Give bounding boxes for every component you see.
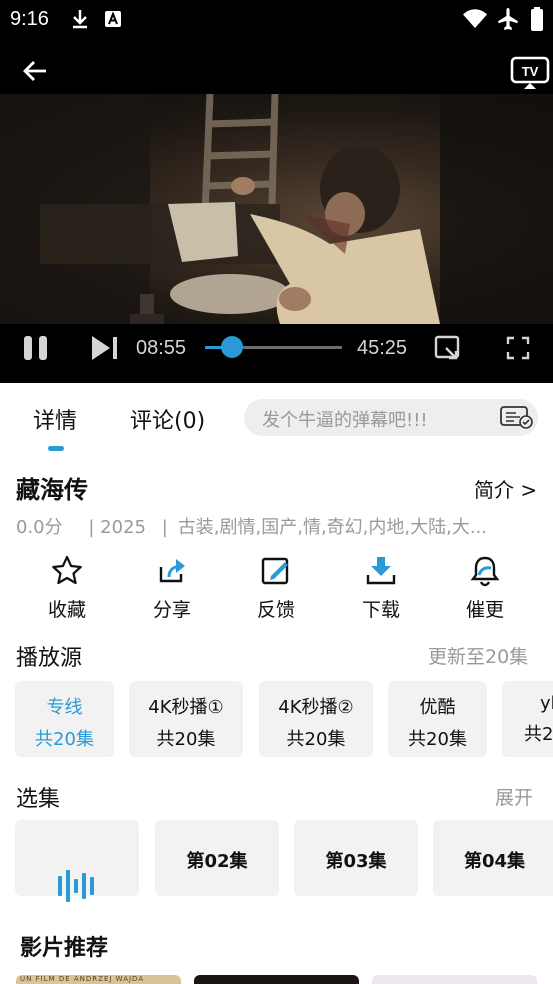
status-bar: 9:16: [0, 0, 553, 40]
recommend-title: 影片推荐: [20, 936, 109, 961]
danmu-settings-icon[interactable]: [499, 405, 533, 434]
show-score: 0.0分: [16, 517, 63, 538]
episodes-title: 选集: [16, 787, 61, 812]
source-name: 4K秒播②: [278, 697, 354, 718]
intro-link[interactable]: 简介 >: [474, 474, 537, 503]
pause-icon[interactable]: [22, 335, 50, 365]
feedback-label: 反馈: [256, 599, 295, 621]
source-name: 专线: [46, 697, 83, 718]
back-arrow-icon[interactable]: [22, 59, 48, 87]
episode-chip-playing[interactable]: [15, 820, 139, 902]
source-name: yk: [540, 693, 553, 714]
star-icon: [27, 555, 107, 589]
rotate-screen-icon[interactable]: [434, 335, 462, 365]
fullscreen-icon[interactable]: [506, 336, 530, 364]
wifi-icon: [462, 8, 488, 34]
source-chip[interactable]: 4K秒播① 共20集: [129, 681, 243, 757]
source-chip[interactable]: yk 共2: [502, 681, 553, 757]
tab-details[interactable]: 详情: [33, 403, 77, 435]
sources-update-text: 更新至20集: [428, 646, 529, 668]
episode-label: 第02集: [186, 851, 248, 872]
show-meta: 0.0分 | 2025 | 古装,剧情,国产,情,奇幻,内地,大陆,大...: [16, 513, 546, 539]
episode-chip[interactable]: 第04集: [433, 820, 553, 896]
download-button[interactable]: 下载: [341, 555, 421, 622]
source-count: 共20集: [156, 729, 216, 750]
duration: 45:25: [357, 337, 408, 359]
feedback-button[interactable]: 反馈: [236, 555, 316, 622]
episode-label: 第03集: [325, 851, 387, 872]
show-year: | 2025: [88, 517, 146, 538]
seek-bar-handle[interactable]: [220, 336, 243, 358]
tv-cast-icon[interactable]: TV: [510, 56, 550, 94]
battery-icon: [530, 6, 544, 36]
sources-title: 播放源: [16, 646, 83, 671]
sound-wave-icon: [57, 870, 97, 907]
share-label: 分享: [152, 599, 191, 621]
source-count: 共20集: [286, 729, 346, 750]
source-name: 优酷: [419, 697, 456, 718]
source-name: 4K秒播①: [148, 697, 224, 718]
urge-update-button[interactable]: 催更: [445, 555, 525, 622]
video-scene: [0, 94, 553, 324]
status-time: 9:16: [10, 8, 49, 30]
show-genres: 古装,剧情,国产,情,奇幻,内地,大陆,大...: [177, 517, 488, 538]
episodes-expand[interactable]: 展开: [495, 783, 533, 810]
download-label: 下载: [361, 599, 400, 621]
source-count: 共20集: [408, 729, 467, 750]
source-count: 共20集: [35, 729, 94, 750]
urge-update-label: 催更: [465, 599, 504, 621]
video-frame[interactable]: [0, 94, 553, 324]
player-top-bar: TV: [0, 40, 553, 94]
current-time: 08:55: [136, 337, 187, 359]
poster-text: UN FILM DE ANDRZEJ WAJDA: [20, 975, 145, 983]
episode-chip[interactable]: 第02集: [155, 820, 279, 896]
player-controls: 08:55 45:25: [0, 324, 553, 383]
recommend-poster[interactable]: [194, 975, 359, 984]
active-tab-indicator: [48, 446, 64, 451]
favorite-label: 收藏: [47, 599, 86, 621]
a-status-icon: [104, 10, 122, 32]
danmu-input[interactable]: 发个牛逼的弹幕吧!!!: [244, 399, 538, 436]
episode-chip[interactable]: 第03集: [294, 820, 418, 896]
show-title: 藏海传: [16, 476, 88, 504]
seek-bar[interactable]: [205, 336, 342, 358]
favorite-button[interactable]: 收藏: [27, 555, 107, 622]
episode-label: 第04集: [464, 851, 526, 872]
download-status-icon: [70, 8, 90, 34]
next-episode-icon[interactable]: [91, 335, 119, 365]
detail-tabs: 详情 评论(0) 发个牛逼的弹幕吧!!!: [0, 383, 553, 455]
share-button[interactable]: 分享: [132, 555, 212, 622]
airplane-mode-icon: [497, 7, 519, 35]
source-count: 共2: [524, 724, 553, 745]
source-chip[interactable]: 优酷 共20集: [388, 681, 487, 757]
source-chip[interactable]: 专线 共20集: [15, 681, 114, 757]
bell-icon: [445, 555, 525, 589]
tab-comments[interactable]: 评论(0): [130, 403, 205, 435]
recommend-poster[interactable]: [372, 975, 537, 984]
edit-icon: [236, 555, 316, 589]
download-icon: [341, 555, 421, 589]
danmu-placeholder: 发个牛逼的弹幕吧!!!: [262, 410, 428, 431]
svg-text:TV: TV: [522, 64, 539, 79]
share-icon: [132, 555, 212, 589]
recommend-poster[interactable]: UN FILM DE ANDRZEJ WAJDA: [16, 975, 181, 984]
meta-divider: |: [161, 517, 168, 538]
source-chip[interactable]: 4K秒播② 共20集: [259, 681, 373, 757]
